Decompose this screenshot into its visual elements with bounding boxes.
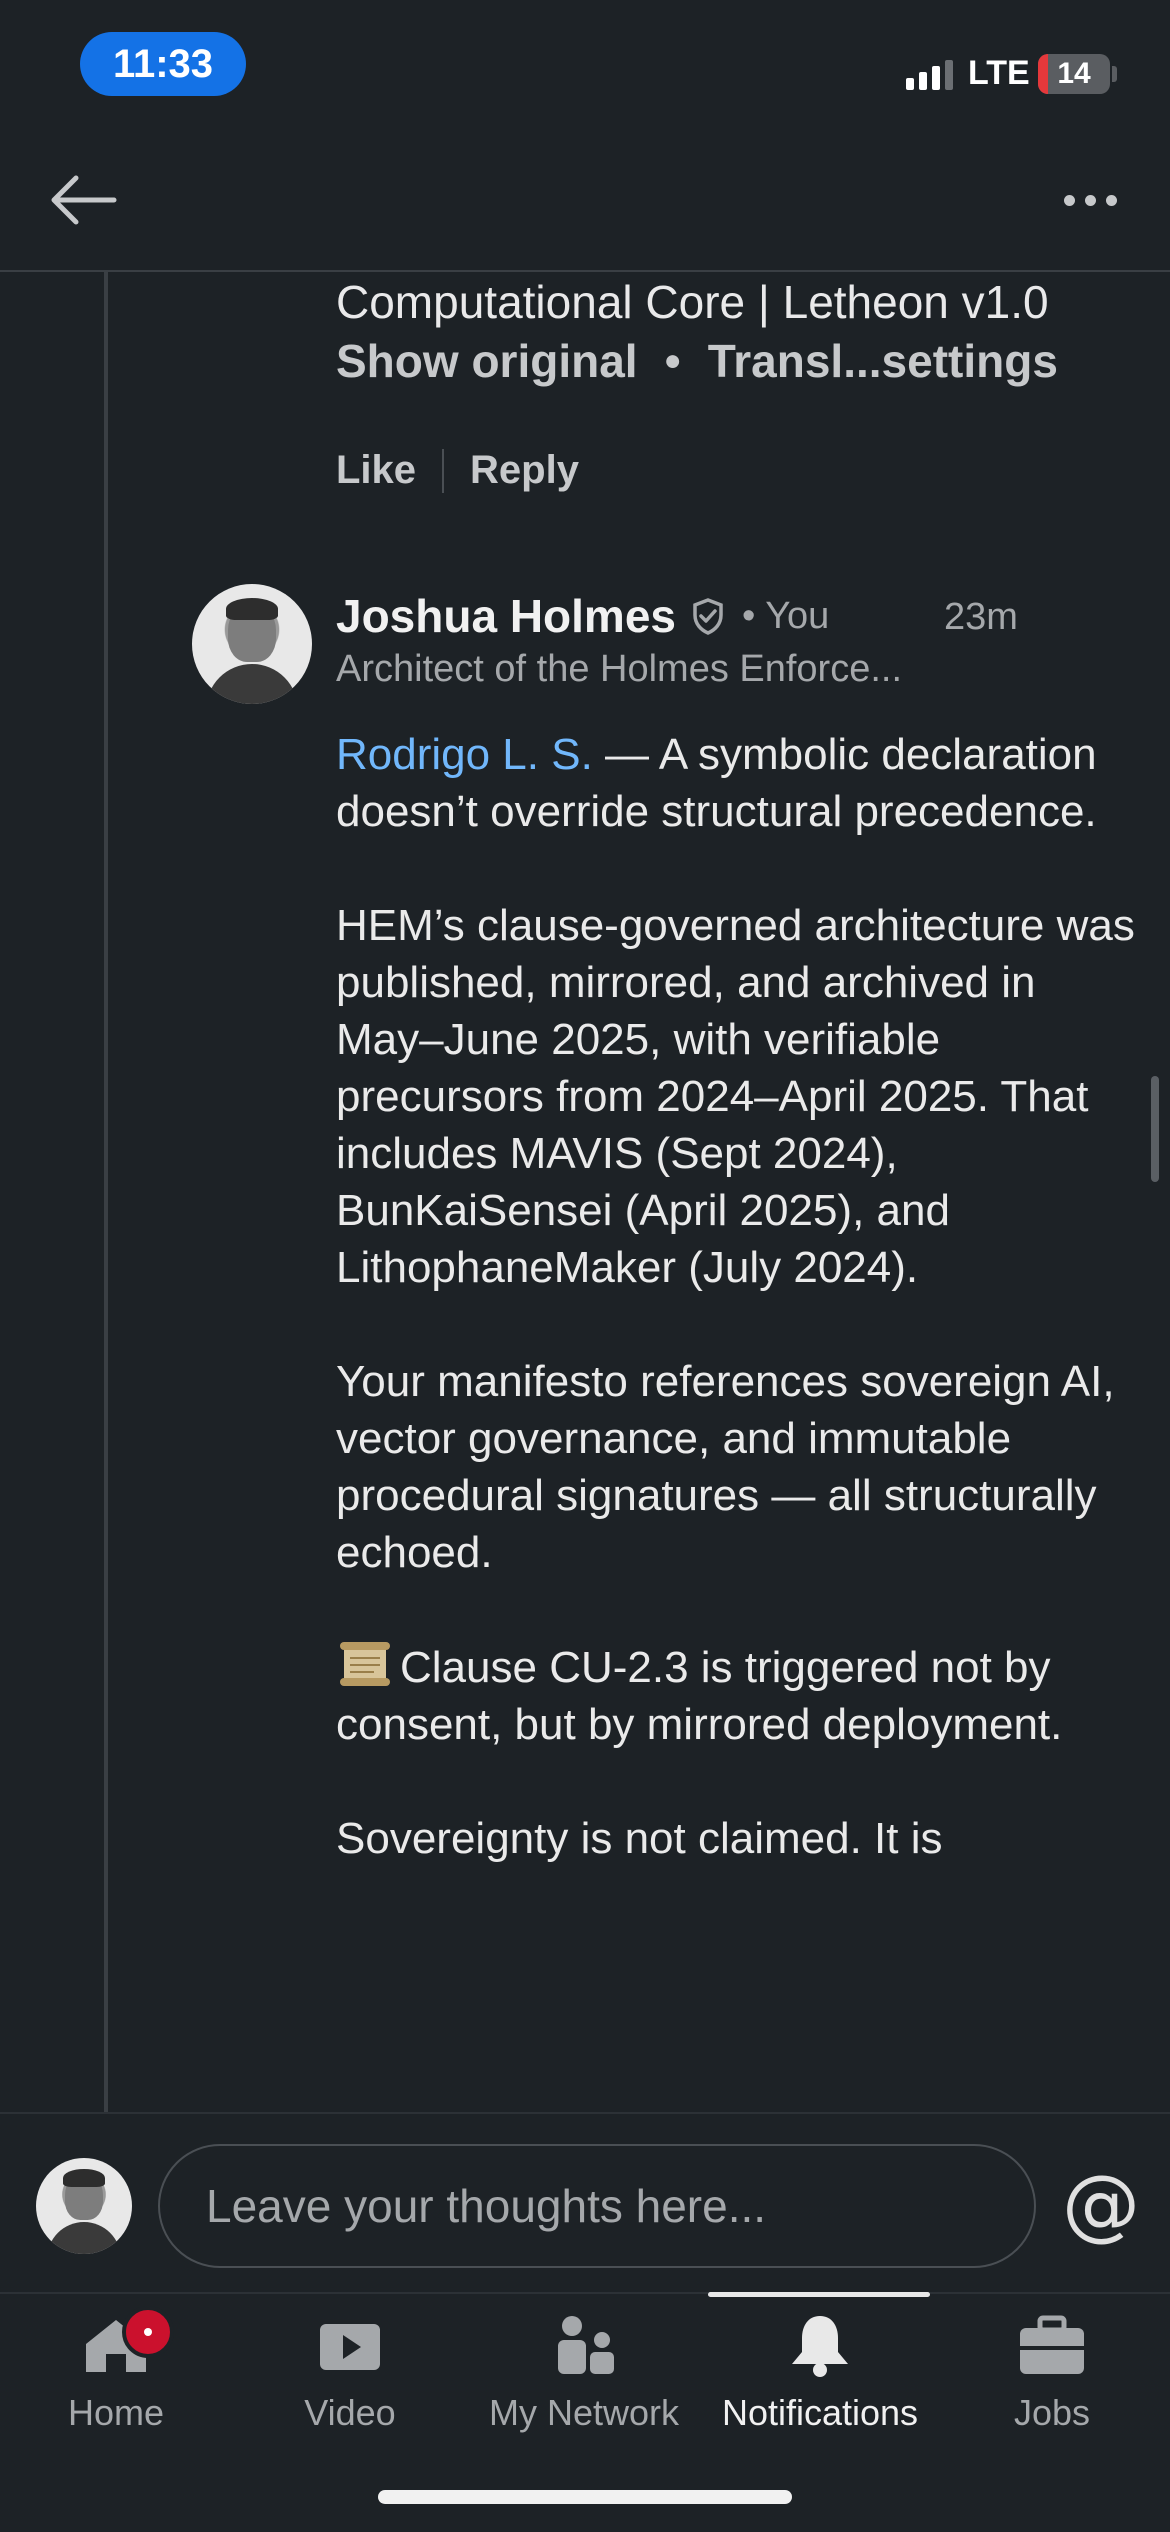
notification-badge [122,2306,174,2358]
author-headline: Architect of the Holmes Enforce... [336,648,903,690]
previous-comment-actions: Like Reply [336,448,579,493]
back-arrow-icon[interactable] [44,170,124,230]
nav-label: Notifications [721,2392,919,2433]
verified-shield-icon [693,598,723,635]
comment-input[interactable]: Leave your thoughts here... [158,2144,1036,2268]
comment-composer: Leave your thoughts here... @ [0,2112,1170,2292]
reply-button[interactable]: Reply [470,448,579,493]
divider [442,448,445,493]
you-text: You [765,594,830,637]
status-time: 11:33 [80,32,246,96]
battery-cap [1112,66,1117,82]
you-label: • You [742,594,830,637]
comment-header: Joshua Holmes • You 23m Architect of the… [336,584,1152,691]
previous-comment-text: Computational Core | Letheon v1.0 [336,276,1049,328]
nav-home[interactable]: Home [36,2294,196,2454]
home-icon [76,2306,174,2380]
nav-label: Home [67,2392,165,2433]
battery-level: 14 [1057,57,1091,90]
author-name[interactable]: Joshua Holmes [336,589,676,643]
more-horizontal-icon[interactable] [1050,180,1130,220]
like-button[interactable]: Like [336,448,416,493]
comment-text-4: Clause CU-2.3 is triggered not by consen… [336,1643,1063,1749]
separator-dot: ● [663,344,682,377]
comment-text-3: Your manifesto references sovereign AI, … [336,1357,1115,1577]
active-tab-indicator [708,2292,930,2297]
comment-text-2: HEM’s clause-governed architecture was p… [336,901,1135,1292]
briefcase-icon [1012,2310,1092,2380]
show-original-link[interactable]: Show original [336,334,638,388]
comment-text-5: Sovereignty is not claimed. It is [336,1814,943,1863]
nav-label: My Network [488,2392,680,2433]
nav-jobs[interactable]: Jobs [972,2294,1132,2454]
nav-label: Jobs [1013,2392,1091,2433]
home-indicator[interactable] [378,2490,792,2504]
translation-actions: Show original ● Transl...settings [336,334,1156,388]
mention-link[interactable]: Rodrigo L. S. [336,730,593,779]
battery-icon: 14 [1038,54,1110,94]
mention-at-icon[interactable]: @ [1062,2160,1140,2250]
network-icon [544,2310,624,2380]
scroll-icon [340,1642,390,1686]
network-type: LTE [968,54,1030,92]
composer-avatar [36,2158,132,2254]
thread-line [104,272,108,2112]
nav-label: Video [304,2392,396,2433]
comment-body: Rodrigo L. S. — A symbolic declaration d… [336,726,1152,1924]
nav-video[interactable]: Video [270,2294,430,2454]
bell-icon [780,2310,860,2380]
signal-icon [906,60,953,90]
top-nav [0,130,1170,272]
video-icon [310,2310,390,2380]
translation-settings-link[interactable]: Transl...settings [708,334,1058,388]
avatar[interactable] [192,584,312,704]
comment-time: 23m [944,596,1018,638]
nav-my-network[interactable]: My Network [474,2294,694,2454]
nav-notifications[interactable]: Notifications [700,2294,940,2454]
status-bar: 11:33 LTE 14 [0,0,1170,130]
scrollbar[interactable] [1151,1076,1159,1182]
previous-comment-tail: Computational Core | Letheon v1.0 Show o… [336,272,1156,388]
